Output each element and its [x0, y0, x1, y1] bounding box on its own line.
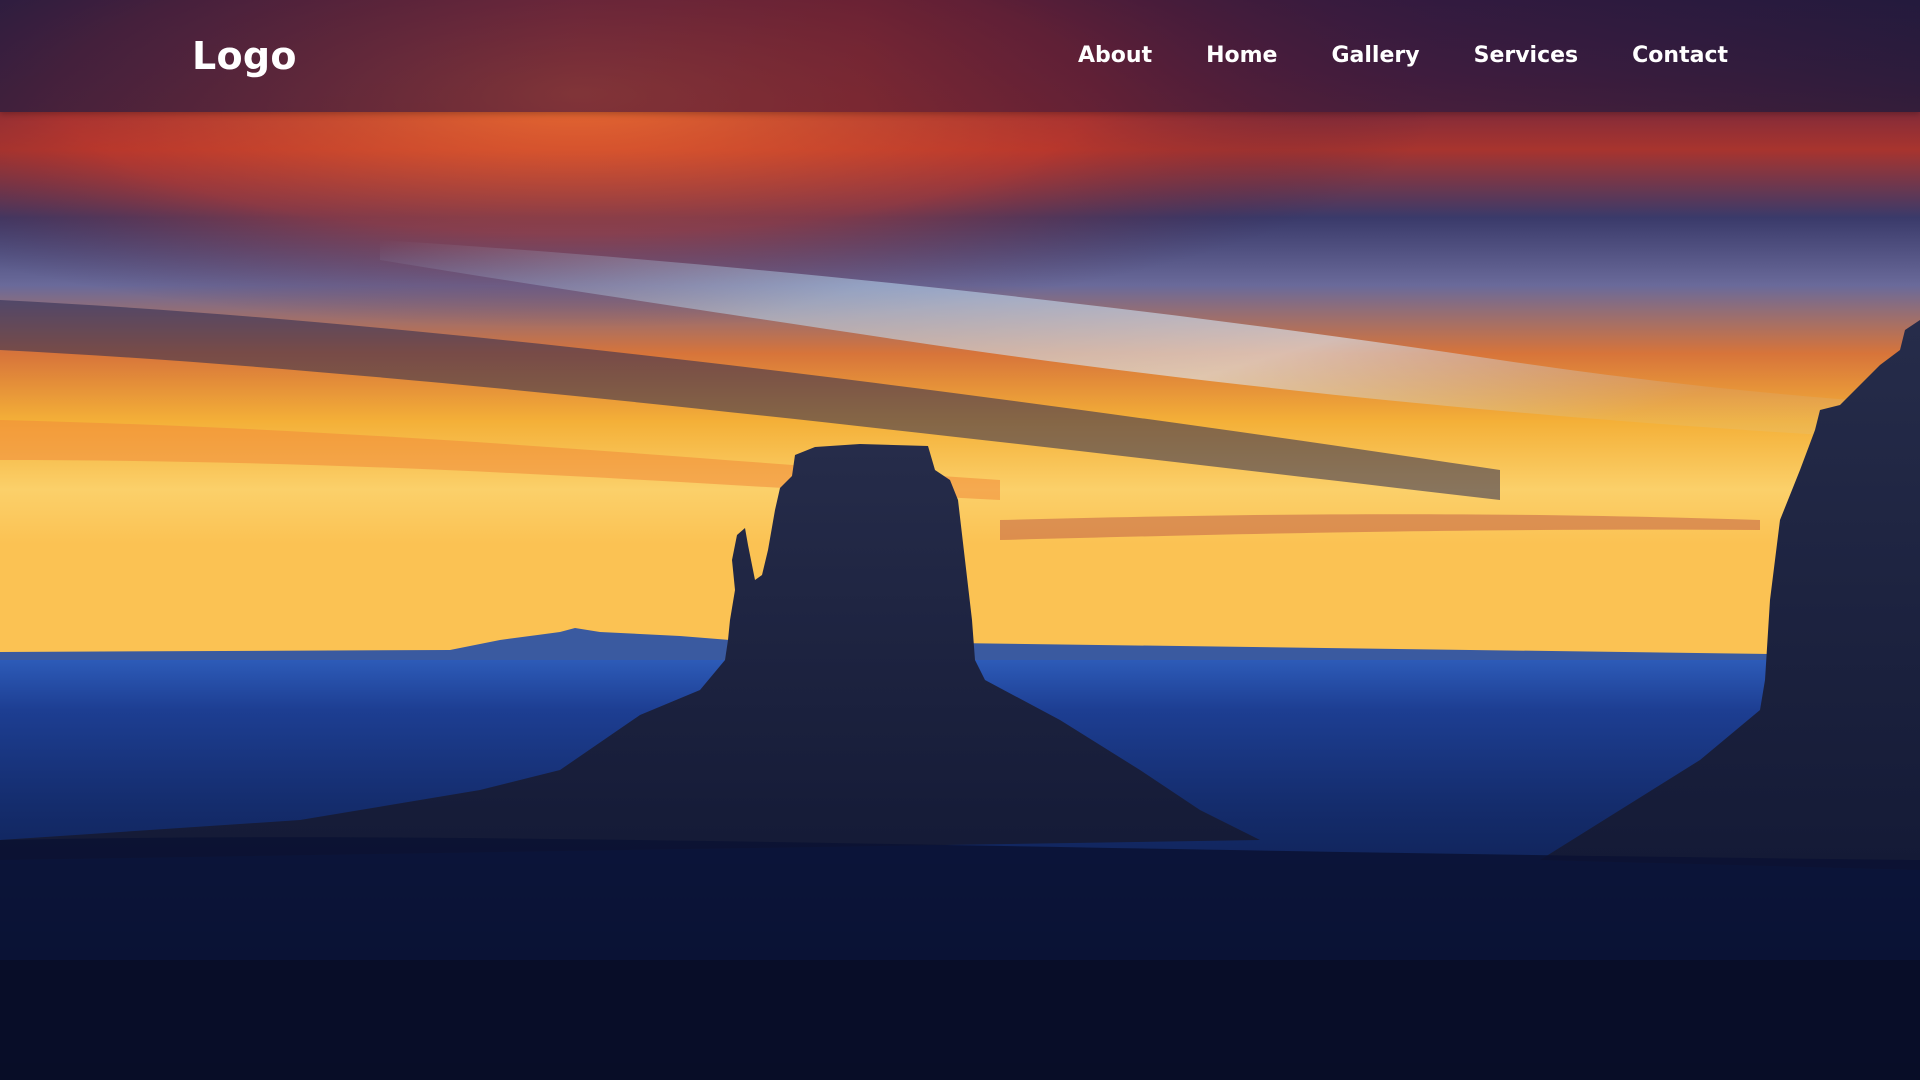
landing-page: Logo About Home Gallery Services Contact [0, 0, 1920, 1080]
main-nav: About Home Gallery Services Contact [1078, 36, 1728, 76]
site-logo[interactable]: Logo [192, 28, 297, 84]
nav-link-contact[interactable]: Contact [1632, 36, 1728, 76]
nav-link-home[interactable]: Home [1206, 36, 1277, 76]
top-navigation-bar: Logo About Home Gallery Services Contact [0, 0, 1920, 112]
hero-background-image [0, 0, 1920, 1080]
hero-landscape-illustration [0, 0, 1920, 1080]
nav-link-gallery[interactable]: Gallery [1331, 36, 1419, 76]
nav-link-services[interactable]: Services [1474, 36, 1579, 76]
nav-link-about[interactable]: About [1078, 36, 1152, 76]
